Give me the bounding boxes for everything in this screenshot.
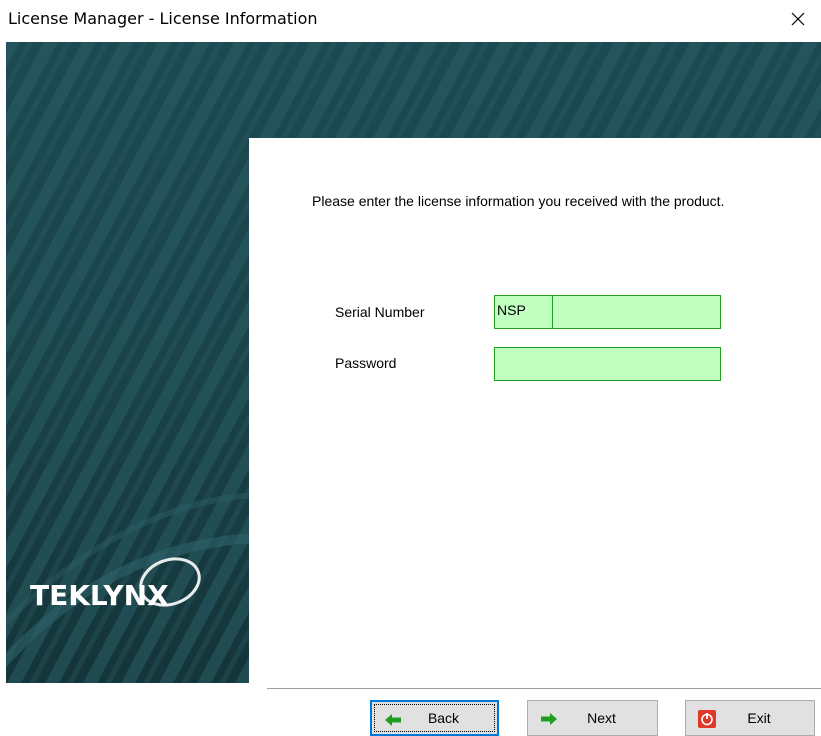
next-button-label: Next <box>587 710 616 726</box>
serial-number-label: Serial Number <box>335 304 425 320</box>
close-button[interactable] <box>775 0 821 38</box>
content-panel: Please enter the license information you… <box>249 138 821 683</box>
teklynx-logo: TEKLYNX <box>30 552 220 627</box>
close-icon <box>791 12 805 26</box>
instruction-text: Please enter the license information you… <box>312 193 725 209</box>
back-button-label: Back <box>427 710 460 726</box>
password-label: Password <box>335 355 397 371</box>
back-arrow-icon <box>384 711 402 729</box>
password-input[interactable] <box>494 347 721 381</box>
serial-prefix-field[interactable]: NSP <box>494 295 554 329</box>
window-title: License Manager - License Information <box>8 9 318 28</box>
back-button[interactable]: Back <box>370 700 499 736</box>
next-button[interactable]: Next <box>527 700 658 736</box>
exit-button-label: Exit <box>747 710 771 726</box>
serial-number-input[interactable] <box>552 295 721 329</box>
brand-text: TEKLYNX <box>30 579 169 612</box>
exit-button[interactable]: Exit <box>685 700 815 736</box>
title-bar: License Manager - License Information <box>0 0 821 38</box>
